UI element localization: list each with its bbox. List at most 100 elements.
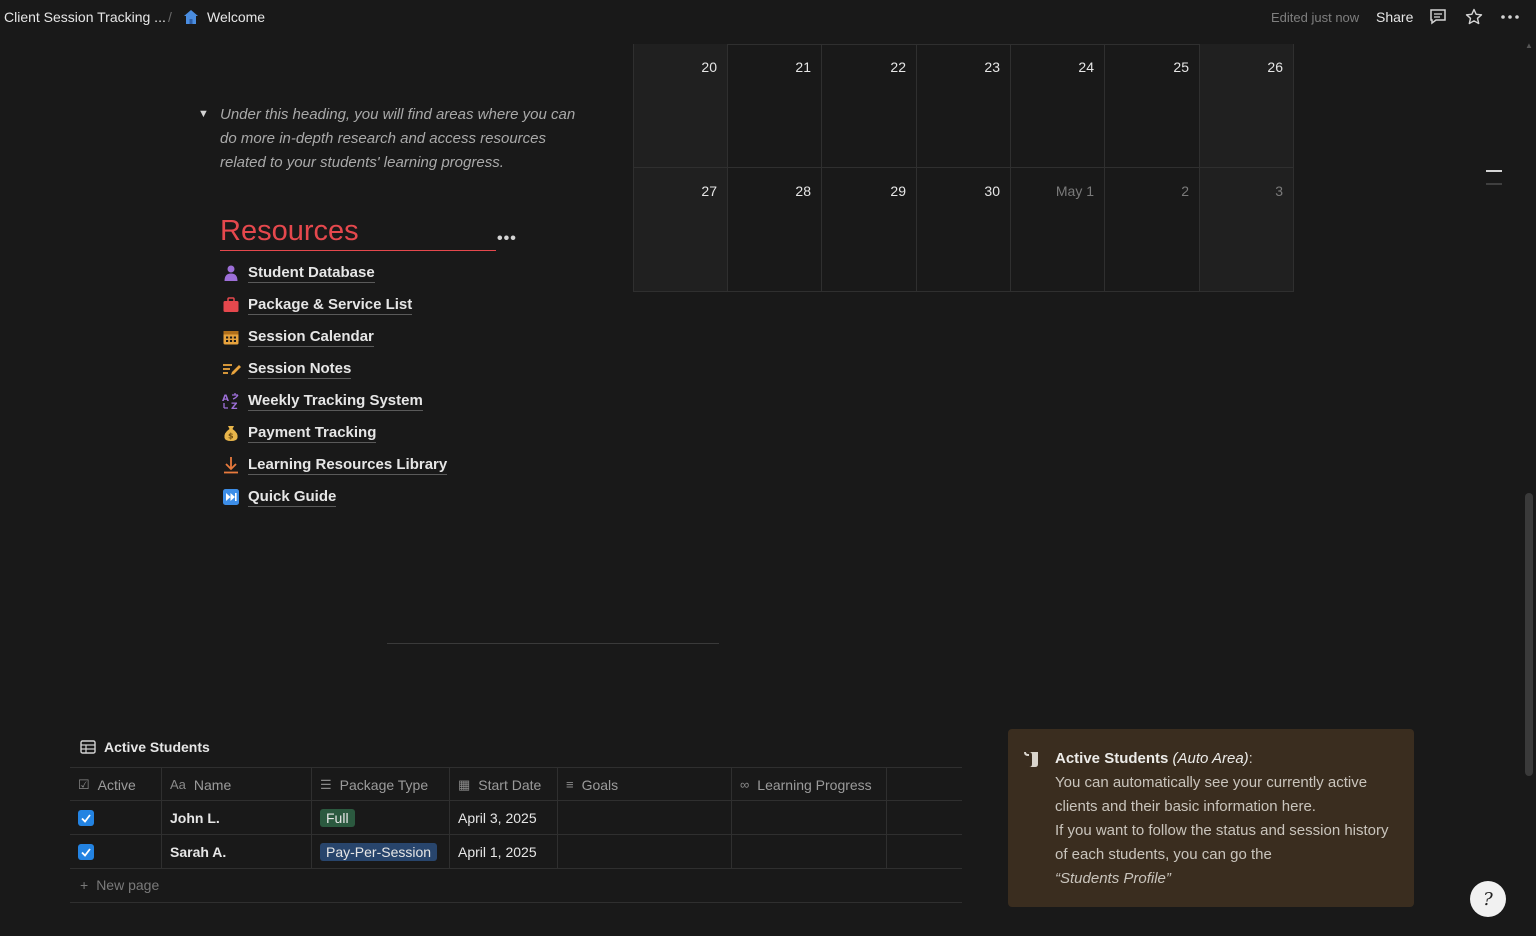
svg-text:Z: Z [231,402,238,410]
svg-text:$: $ [228,432,234,441]
start-date-cell[interactable]: April 1, 2025 [450,835,558,869]
top-bar: Client Session Tracking ... / Welcome Ed… [0,0,1536,34]
resource-link-label: Quick Guide [248,488,337,507]
column-header[interactable]: ☑ Active [70,768,162,801]
column-header[interactable]: ☰ Package Type [312,768,450,801]
resource-link-payment-tracking[interactable]: $ Payment Tracking [222,422,377,444]
column-header-label: Active [97,776,136,793]
column-type-icon: ≡ [566,777,574,792]
calendar-day-cell[interactable]: 2 [1105,168,1200,292]
resources-heading: Resources [220,215,359,247]
column-header[interactable]: ∞ Learning Progress [732,768,887,801]
help-icon: ? [1483,888,1493,910]
calendar-day-cell[interactable]: 20 [633,44,728,168]
package-cell[interactable]: Full [312,801,450,835]
column-header-label: Learning Progress [757,776,872,793]
calendar-day-cell[interactable]: 28 [728,168,822,292]
column-type-icon: Aa [170,777,186,792]
resources-more-button[interactable]: ••• [497,230,517,248]
active-checkbox[interactable] [78,844,94,860]
table-bottom-border [70,902,962,903]
learning-progress-cell[interactable] [732,835,887,869]
resource-link-label: Session Calendar [248,328,374,347]
resource-link-label: Session Notes [248,360,352,379]
breadcrumb-current[interactable]: Welcome [207,9,265,25]
calendar-day-cell[interactable]: May 1 [1011,168,1105,292]
calendar-day-number: 20 [701,59,717,75]
resource-link-package-service-list[interactable]: Package & Service List [222,294,413,316]
comment-icon[interactable] [1427,6,1449,28]
calendar-day-number: 25 [1173,59,1189,75]
scrollbar-thumb[interactable] [1525,493,1533,776]
resource-link-quick-guide[interactable]: Quick Guide [222,486,337,508]
empty-cell [887,801,962,835]
calendar-day-cell[interactable]: 29 [822,168,917,292]
active-cell[interactable] [70,835,162,869]
resource-link-session-calendar[interactable]: Session Calendar [222,326,374,348]
new-page-button[interactable]: + New page [80,877,159,893]
column-header-label: Start Date [478,776,542,793]
calendar-day-cell[interactable]: 26 [1200,44,1294,168]
column-header[interactable]: ≡ Goals [558,768,732,801]
calendar-day-number: May 1 [1055,183,1094,199]
star-icon[interactable] [1463,6,1485,28]
outline-marker[interactable] [1486,183,1502,185]
calendar-day-cell[interactable]: 27 [633,168,728,292]
divider [387,643,719,644]
package-cell[interactable]: Pay-Per-Session [312,835,450,869]
start-date-cell[interactable]: April 3, 2025 [450,801,558,835]
toggle-triangle-icon[interactable]: ▼ [198,108,209,120]
start-date: April 3, 2025 [458,810,537,826]
active-checkbox[interactable] [78,810,94,826]
column-header-label: Package Type [339,776,429,793]
calendar-day-number: 26 [1267,59,1283,75]
resource-link-learning-resources-library[interactable]: Learning Resources Library [222,454,448,476]
column-header[interactable] [887,768,962,801]
resources-heading-underline [220,250,496,251]
briefcase-icon [222,296,240,314]
more-icon[interactable] [1499,6,1521,28]
column-type-icon: ∞ [740,777,750,792]
money-bag-icon: $ [222,424,240,442]
outline-marker-active[interactable] [1486,170,1502,172]
resource-link-session-notes[interactable]: Session Notes [222,358,352,380]
column-header[interactable]: Aa Name [162,768,312,801]
table-row[interactable]: John L. Full April 3, 2025 [70,800,962,835]
calendar-day-cell[interactable]: 23 [917,44,1011,168]
name-cell[interactable]: Sarah A. [162,835,312,869]
column-type-icon: ▦ [458,776,471,792]
resource-link-label: Weekly Tracking System [248,392,423,411]
column-header-label: Name [193,776,232,793]
calendar-day-number: 2 [1181,183,1189,199]
calendar-day-cell[interactable]: 22 [822,44,917,168]
resource-link-weekly-tracking-system[interactable]: A Z Weekly Tracking System [222,390,423,412]
calendar-day-number: 3 [1275,183,1283,199]
column-header[interactable]: ▦ Start Date [450,768,558,801]
calendar-day-cell[interactable]: 21 [728,44,822,168]
callout-title: Active Students [1055,750,1169,767]
calendar-day-cell[interactable]: 30 [917,168,1011,292]
database-title[interactable]: Active Students [80,739,210,755]
resource-link-label: Student Database [248,264,375,283]
calendar-day-number: 27 [701,183,717,199]
goals-cell[interactable] [558,835,732,869]
resource-link-student-database[interactable]: Student Database [222,262,375,284]
name-cell[interactable]: John L. [162,801,312,835]
calendar-day-number: 29 [890,183,906,199]
calendar-day-cell[interactable]: 24 [1011,44,1105,168]
new-page-label: New page [96,877,160,893]
share-button[interactable]: Share [1376,9,1413,25]
active-cell[interactable] [70,801,162,835]
calendar-day-cell[interactable]: 3 [1200,168,1294,292]
student-name: Sarah A. [170,844,227,860]
calendar-day-cell[interactable]: 25 [1105,44,1200,168]
database-title-label: Active Students [104,739,210,755]
callout-line1: You can automatically see your currently… [1055,774,1368,815]
goals-cell[interactable] [558,801,732,835]
table-row[interactable]: Sarah A. Pay-Per-Session April 1, 2025 [70,834,962,869]
breadcrumb-parent[interactable]: Client Session Tracking ... [4,9,166,25]
toggle-text: Under this heading, you will find areas … [220,106,576,171]
learning-progress-cell[interactable] [732,801,887,835]
help-button[interactable]: ? [1470,881,1506,917]
scroll-up-arrow-icon[interactable]: ▲ [1525,41,1533,50]
